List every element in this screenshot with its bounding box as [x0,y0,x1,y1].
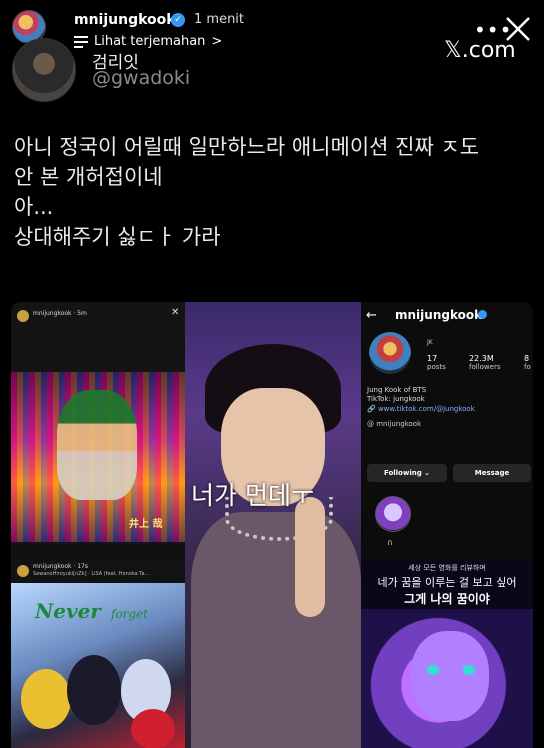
photo-hand [295,497,325,617]
tweet-handle: @gwadoki [92,67,191,89]
tweet-image-collage[interactable]: mnijungkook · 5m ✕ 井上 哉 mnijungkook · 17… [11,302,533,748]
poster-title: Never [35,599,101,623]
profile-username: mnijungkook [395,308,483,322]
tweet-line: 상대해주기 싫ㄷㅏ 가라 [14,225,221,249]
collage-photo-jungkook: 너가 먼데ㅜ [185,302,361,748]
collage-story-screenshot-2: mnijungkook · 17s SawanoHiroyuki[nZk] · … [11,559,185,748]
quote-line-2: 네가 꿈을 이루는 걸 보고 싶어 [377,576,517,589]
stat-posts: 17 posts [427,354,446,371]
verified-badge-icon: ✓ [171,13,185,27]
translate-icon [74,35,88,48]
anime-face [411,631,489,721]
story-timestamp: 1 menit [194,12,245,27]
profile-link: 🔗 www.tiktok.com/@jungkook [367,405,475,413]
photo-caption: 너가 먼데ㅜ [191,481,314,510]
anime-character-image [21,669,71,729]
story-highlight [375,496,411,532]
anime-eye [427,665,439,675]
avatar [17,310,29,322]
music-sticker-text: SawanoHiroyuki[nZk] · LiSA (feat. Honoka… [33,571,150,577]
stat-following: 8 fo [524,354,531,371]
collage-anime-quote: 세상 모든 영화를 리뷰하며 네가 꿈을 이루는 걸 보고 싶어 그게 나의 꿈… [361,561,533,748]
tweet-line: 아니 정국이 어릴때 일만하느라 애니메이션 진짜 ㅈ도 [14,135,480,159]
profile-bio: Jung Kook of BTS TikTok: jungkook [367,386,427,403]
anime-character-image [57,390,137,500]
anime-subtitle: 井上 哉 [129,519,163,530]
tweet-line: 안 본 개허접이네 [14,165,163,189]
tweet-text: 아니 정국이 어릴때 일만하느라 애니메이션 진짜 ㅈ도 안 본 개허접이네 아… [14,132,534,252]
profile-name: JK [427,339,433,346]
anime-eye [463,665,475,675]
threads-badge: @ mnijungkook [367,420,422,428]
avatar [17,565,29,577]
tweet-line: 아... [14,195,54,219]
collage-instagram-profile: ← mnijungkook JK 17 posts 22.3M follower… [361,302,533,561]
anime-character-image [67,655,121,725]
story-username[interactable]: mnijungkook [74,12,176,28]
panel1-username: mnijungkook · 5m [33,310,87,317]
stat-followers: 22.3M followers [469,354,501,371]
see-translation-button[interactable]: Lihat terjemahan > [74,34,222,49]
close-icon: ✕ [171,307,180,318]
back-arrow-icon: ← [366,308,377,323]
photo-body [191,512,361,748]
headphones-icon: ∩ [387,538,393,547]
x-com-watermark: 𝕏.com [444,38,516,63]
see-translation-label: Lihat terjemahan [94,34,206,49]
tweet-avatar [12,38,76,102]
profile-avatar [369,332,411,374]
message-button: Message [453,464,531,482]
verified-badge-icon [478,310,487,319]
quote-line-3: 그게 나의 꿈이야 [404,592,490,606]
following-button: Following ⌄ [367,464,447,482]
poster-subtitle: forget [111,607,149,621]
chevron-right-icon: > [211,34,223,49]
anime-character-image [131,709,175,748]
panel2-username: mnijungkook · 17s [33,563,88,570]
collage-story-screenshot-1: mnijungkook · 5m ✕ 井上 哉 [11,302,185,545]
quote-line-1: 세상 모든 영화를 리뷰하며 [408,564,486,572]
